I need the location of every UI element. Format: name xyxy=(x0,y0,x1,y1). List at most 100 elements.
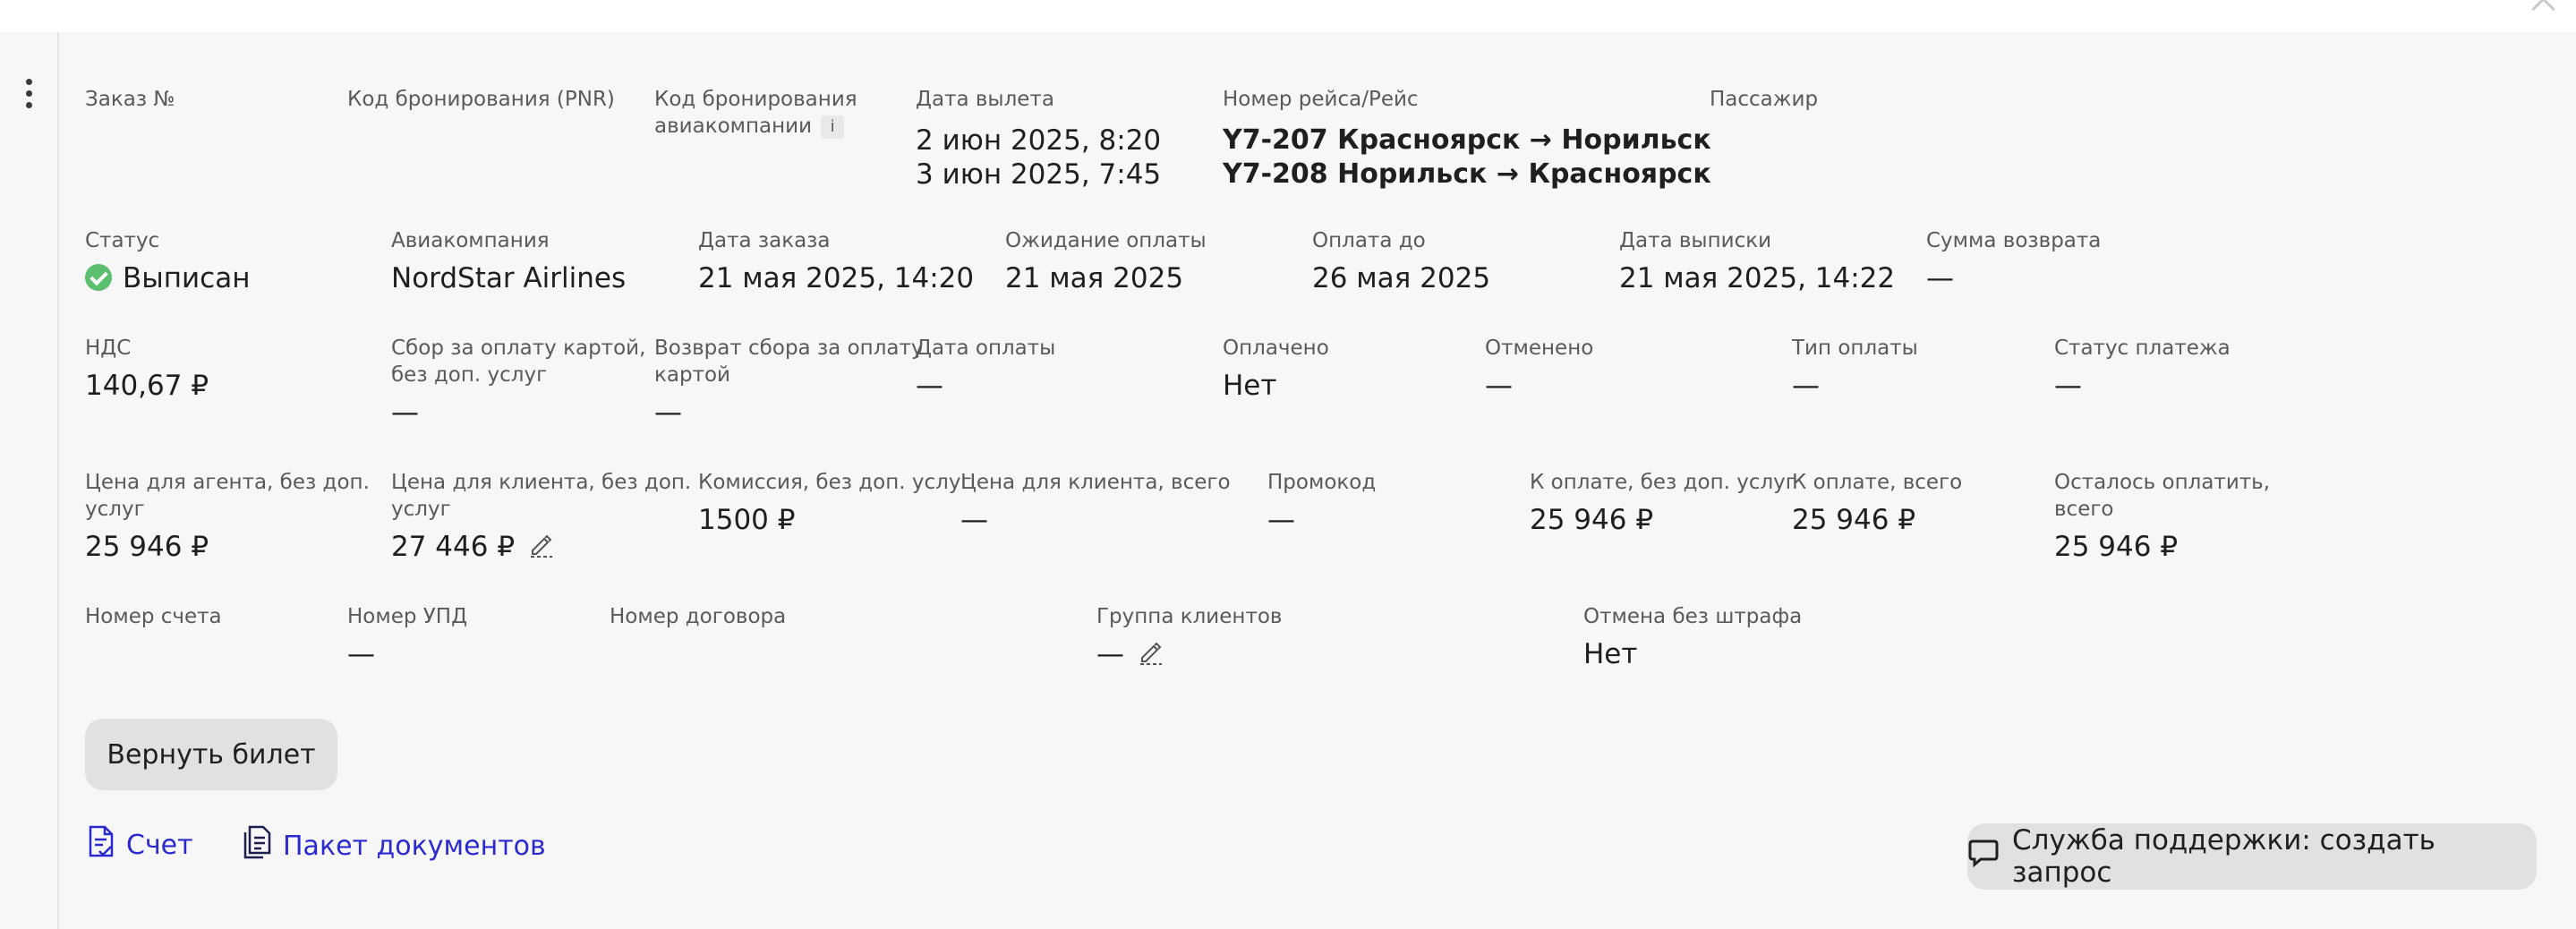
field-label: К оплате, всего xyxy=(1792,471,1963,494)
client-group-text: — xyxy=(1096,638,1124,670)
invoice-link[interactable]: Счет xyxy=(87,825,193,865)
field-label: Ожидание оплаты xyxy=(1005,229,1207,252)
field-airline: Авиакомпания NordStar Airlines xyxy=(391,227,626,295)
client-price-value: 27 446 ₽ xyxy=(391,530,691,566)
field-label: Код бронирования (PNR) xyxy=(347,88,615,111)
field-label: Оплата до xyxy=(1312,229,1426,252)
field-issue-date: Дата выписки 21 мая 2025, 14:22 xyxy=(1619,227,1895,295)
field-order-date: Дата заказа 21 мая 2025, 14:20 xyxy=(698,227,974,295)
status-value: Выписан xyxy=(85,261,250,295)
remaining-value: 25 946 ₽ xyxy=(2054,531,2179,563)
payment-type-value: — xyxy=(1792,370,1820,402)
field-cancelled: Отменено — xyxy=(1485,335,1593,403)
check-circle-icon xyxy=(85,264,112,291)
field-awaiting-payment: Ожидание оплаты 21 мая 2025 xyxy=(1005,227,1207,295)
field-client-group: Группа клиентов — xyxy=(1096,603,1282,673)
issue-date-value: 21 мая 2025, 14:22 xyxy=(1619,262,1896,294)
field-to-pay: К оплате, без доп. услуг 25 946 ₽ xyxy=(1530,469,1796,537)
card-fee-value: — xyxy=(391,396,419,429)
chat-bubble-icon xyxy=(1967,837,2000,876)
field-label: Дата выписки xyxy=(1619,229,1772,252)
field-label: Номер договора xyxy=(610,605,787,628)
field-upd-no: Номер УПД — xyxy=(347,603,467,671)
awaiting-payment-value: 21 мая 2025 xyxy=(1005,262,1184,294)
documents-link[interactable]: Пакет документов xyxy=(242,825,546,866)
field-label: Промокод xyxy=(1267,471,1377,494)
status-text: Выписан xyxy=(123,262,251,294)
field-order-no: Заказ № xyxy=(85,86,175,113)
field-promo: Промокод — xyxy=(1267,469,1376,537)
close-icon[interactable] xyxy=(2524,0,2563,13)
field-to-pay-total: К оплате, всего 25 946 ₽ xyxy=(1792,469,1962,537)
field-label-line2: всего xyxy=(2054,498,2114,521)
document-check-icon xyxy=(87,825,115,865)
card-fee-refund-value: — xyxy=(654,396,682,429)
field-label: Комиссия, без доп. услуг xyxy=(698,471,972,494)
documents-link-label: Пакет документов xyxy=(283,830,546,862)
to-pay-value: 25 946 ₽ xyxy=(1530,504,1654,536)
field-departure-date: Дата вылета 2 июн 2025, 8:20 3 июн 2025,… xyxy=(916,86,1161,192)
info-icon[interactable]: i xyxy=(821,115,845,139)
field-label: Цена для клиента, всего xyxy=(960,471,1231,494)
field-label: Возврат сбора за оплату xyxy=(654,337,924,360)
field-label: Сумма возврата xyxy=(1926,229,2102,252)
field-agent-price: Цена для агента, без доп. услуг 25 946 ₽ xyxy=(85,469,370,564)
to-pay-total-value: 25 946 ₽ xyxy=(1792,504,1916,536)
field-label: Пассажир xyxy=(1710,88,1819,111)
field-label: Дата заказа xyxy=(698,229,831,252)
order-date-value: 21 мая 2025, 14:20 xyxy=(698,262,975,294)
upd-no-value: — xyxy=(347,638,375,670)
cancelled-value: — xyxy=(1485,370,1513,402)
field-label: Заказ № xyxy=(85,88,175,111)
field-label: К оплате, без доп. услуг xyxy=(1530,471,1796,494)
airline-value: NordStar Airlines xyxy=(391,262,627,294)
field-remaining: Осталось оплатить, всего 25 946 ₽ xyxy=(2054,469,2270,564)
field-label: Код бронирования xyxy=(654,88,857,111)
field-label: Номер УПД xyxy=(347,605,468,628)
field-label: Оплачено xyxy=(1223,337,1329,360)
field-paid: Оплачено Нет xyxy=(1223,335,1329,403)
field-airline-booking-code: Код бронирования авиакомпании i xyxy=(654,86,857,140)
field-label: Дата оплаты xyxy=(916,337,1056,360)
field-label: НДС xyxy=(85,337,132,360)
field-label-line2: услуг xyxy=(391,498,451,521)
field-label: Номер рейса/Рейс xyxy=(1223,88,1419,111)
promo-value: — xyxy=(1267,504,1295,536)
edit-pencil-icon[interactable] xyxy=(527,531,554,566)
departure-date-1: 2 июн 2025, 8:20 xyxy=(916,124,1162,157)
field-client-price: Цена для клиента, без доп. услуг 27 446 … xyxy=(391,469,691,566)
pay-until-value: 26 мая 2025 xyxy=(1312,262,1491,294)
return-ticket-button[interactable]: Вернуть билет xyxy=(85,719,337,790)
edit-pencil-icon[interactable] xyxy=(1137,638,1164,673)
field-label: Сбор за оплату картой, xyxy=(391,337,646,360)
field-label: Статус xyxy=(85,229,160,252)
field-label-line2: услуг xyxy=(85,498,145,521)
payment-status-value: — xyxy=(2054,370,2082,402)
kebab-menu-icon[interactable] xyxy=(23,79,34,109)
refund-sum-value: — xyxy=(1926,262,1954,294)
field-client-price-total: Цена для клиента, всего — xyxy=(960,469,1231,537)
field-refund-sum: Сумма возврата — xyxy=(1926,227,2101,295)
field-label: Осталось оплатить, xyxy=(2054,471,2271,494)
agent-price-value: 25 946 ₽ xyxy=(85,531,209,563)
field-label: Номер счета xyxy=(85,605,222,628)
field-label: Отмена без штрафа xyxy=(1583,605,1803,628)
support-button-label: Служба поддержки: создать запрос xyxy=(2012,824,2435,889)
field-label: Отменено xyxy=(1485,337,1594,360)
vat-value: 140,67 ₽ xyxy=(85,370,209,402)
field-free-cancel: Отмена без штрафа Нет xyxy=(1583,603,1802,671)
flight-1: Y7-207 Красноярск → Норильск xyxy=(1223,124,1711,156)
support-request-button[interactable]: Служба поддержки: создать запрос xyxy=(1967,823,2537,890)
field-payment-type: Тип оплаты — xyxy=(1792,335,1918,403)
payment-date-value: — xyxy=(916,370,943,402)
field-label: Дата вылета xyxy=(916,88,1054,111)
flight-2: Y7-208 Норильск → Красноярск xyxy=(1223,158,1711,190)
field-label-line2: авиакомпании i xyxy=(654,113,857,140)
documents-icon xyxy=(242,825,272,866)
field-card-fee: Сбор за оплату картой, без доп. услуг — xyxy=(391,335,645,430)
paid-value: Нет xyxy=(1223,370,1277,402)
client-price-total-value: — xyxy=(960,504,988,536)
invoice-link-label: Счет xyxy=(126,829,193,861)
field-label-line2: картой xyxy=(654,363,731,387)
field-pay-until: Оплата до 26 мая 2025 xyxy=(1312,227,1490,295)
